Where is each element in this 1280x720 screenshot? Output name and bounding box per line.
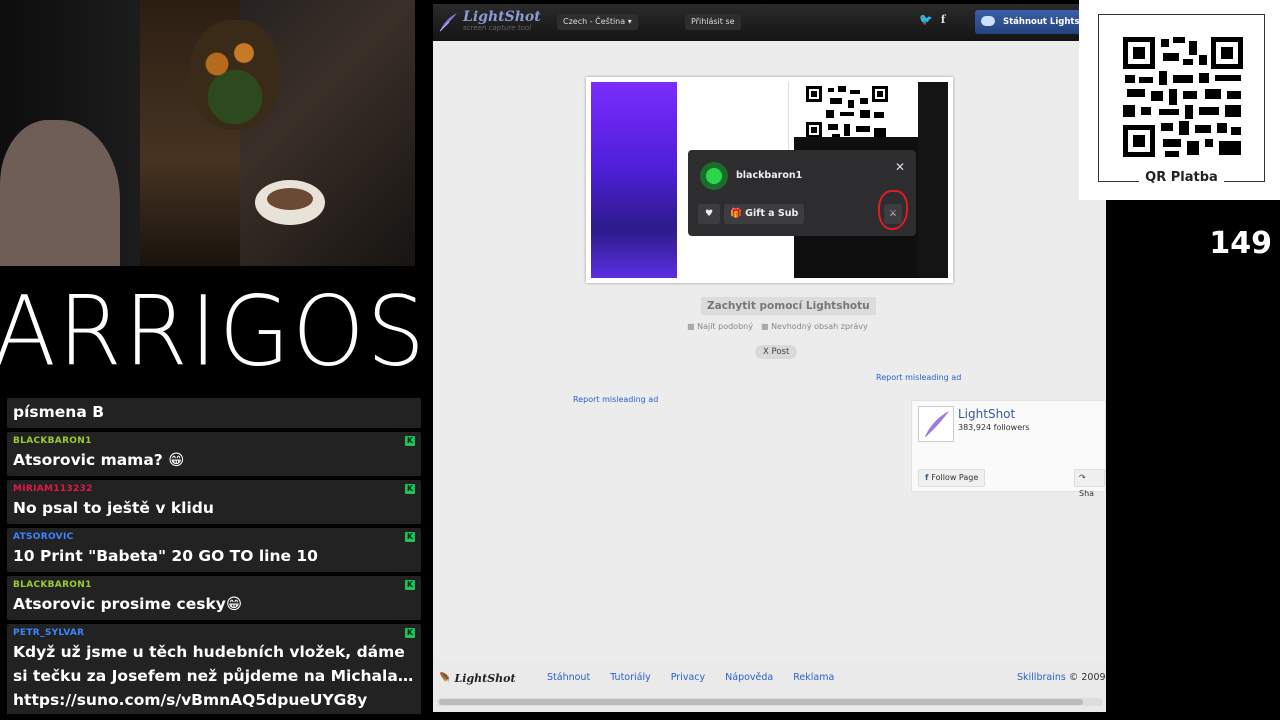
chat-message-text: Atsorovic prosime cesky😁 bbox=[13, 595, 243, 613]
kick-badge-icon: K bbox=[405, 484, 415, 494]
red-annotation-circle bbox=[878, 190, 908, 230]
gift-sub-label: Gift a Sub bbox=[745, 208, 799, 219]
qr-code-icon bbox=[806, 86, 888, 138]
chat-message: MIRIAM113232 K No psal to ještě v klidu bbox=[7, 480, 421, 524]
lightshot-logo-subtitle: screen capture tool bbox=[463, 24, 532, 32]
stream-overlay: ARRIGOS písmena B BLACKBARON1 K Atsorovi… bbox=[0, 0, 1280, 720]
purple-video-thumbnail bbox=[591, 82, 677, 278]
lightshot-logo[interactable]: LightShot screen capture tool bbox=[437, 10, 541, 33]
facebook-page-widget: LightShot 383,924 followers f Follow Pag… bbox=[911, 400, 1106, 498]
footer-link-tutorials[interactable]: Tutoriály bbox=[610, 672, 651, 683]
avatar bbox=[700, 162, 728, 190]
lightshot-header: LightShot screen capture tool Czech - Če… bbox=[433, 4, 1106, 41]
chat-message: písmena B bbox=[7, 398, 421, 428]
footer-link-help[interactable]: Nápověda bbox=[725, 672, 773, 683]
chat-message-text: písmena B bbox=[13, 403, 105, 421]
footer-links: Stáhnout Tutoriály Privacy Nápověda Rekl… bbox=[547, 672, 834, 683]
facebook-page-name[interactable]: LightShot bbox=[958, 407, 1015, 421]
chat-message-text: Když už jsme u těch hudebních vložek, dá… bbox=[13, 643, 414, 709]
chat-message-text: 10 Print "Babeta" 20 GO TO line 10 bbox=[13, 547, 318, 565]
lightshot-feather-icon[interactable] bbox=[918, 406, 954, 442]
user-card-popup: blackbaron1 ✕ ♥ 🎁 Gift a Sub ⚔ bbox=[688, 150, 916, 236]
webcam-feed bbox=[0, 0, 415, 266]
lightshot-page: LightShot screen capture tool Czech - Če… bbox=[433, 4, 1106, 712]
language-select[interactable]: Czech - Čeština ▾ bbox=[557, 14, 638, 30]
report-ad-link[interactable]: Report misleading ad bbox=[573, 395, 658, 404]
screenshot-image[interactable]: blackbaron1 ✕ ♥ 🎁 Gift a Sub ⚔ bbox=[586, 77, 953, 283]
chat-username: MIRIAM113232 bbox=[13, 484, 93, 494]
chat-username: BLACKBARON1 bbox=[13, 580, 92, 590]
facebook-icon[interactable]: f bbox=[941, 13, 946, 26]
feather-icon bbox=[439, 12, 457, 31]
capture-button[interactable]: Zachytit pomocí Lightshotu bbox=[701, 297, 876, 315]
skillbrains-link[interactable]: Skillbrains bbox=[1017, 672, 1066, 683]
scrollbar-thumb[interactable] bbox=[439, 699, 1083, 705]
qr-code-icon bbox=[1123, 37, 1243, 157]
close-icon: ✕ bbox=[895, 160, 906, 174]
chat-message: PETR_SYLVAR K Když už jsme u těch hudebn… bbox=[7, 624, 421, 714]
cloud-download-icon bbox=[981, 16, 995, 26]
flowers bbox=[190, 20, 280, 130]
follow-page-button[interactable]: f Follow Page bbox=[918, 469, 986, 487]
footer-link-ads[interactable]: Reklama bbox=[793, 672, 834, 683]
report-content-link[interactable]: Nevhodný obsah zprávy bbox=[761, 322, 868, 331]
chat-username: ATSOROVIC bbox=[13, 532, 74, 542]
bowl bbox=[255, 180, 325, 225]
chat-message: BLACKBARON1 K Atsorovic prosime cesky😁 bbox=[7, 576, 421, 620]
heart-icon: ♥ bbox=[698, 204, 720, 224]
channel-logo: ARRIGOS bbox=[0, 266, 425, 396]
chat-message-text: Atsorovic mama? 😁 bbox=[13, 451, 185, 469]
find-similar-link[interactable]: Najít podobný bbox=[687, 322, 753, 331]
viewer-counter: 149 bbox=[1209, 226, 1272, 261]
x-post-button[interactable]: X Post bbox=[755, 345, 798, 359]
copyright-text: © 2009-2 bbox=[1068, 672, 1106, 683]
lightshot-logo-title: LightShot bbox=[463, 9, 541, 25]
lightshot-footer: 🪶 LightShot Stáhnout Tutoriály Privacy N… bbox=[433, 660, 1106, 712]
horizontal-scrollbar[interactable] bbox=[437, 698, 1103, 706]
streamer bbox=[0, 120, 120, 266]
chat-panel: písmena B BLACKBARON1 K Atsorovic mama? … bbox=[7, 398, 421, 714]
qr-payment-panel: QR Platba bbox=[1079, 0, 1280, 200]
channel-logo-text: ARRIGOS bbox=[0, 274, 428, 388]
kick-badge-icon: K bbox=[405, 436, 415, 446]
facebook-followers: 383,924 followers bbox=[958, 423, 1030, 432]
popup-username: blackbaron1 bbox=[736, 170, 803, 181]
footer-link-privacy[interactable]: Privacy bbox=[671, 672, 705, 683]
kick-badge-icon: K bbox=[405, 628, 415, 638]
chat-message: BLACKBARON1 K Atsorovic mama? 😁 bbox=[7, 432, 421, 476]
chat-message-text: No psal to ještě v klidu bbox=[13, 499, 214, 517]
chat-username: BLACKBARON1 bbox=[13, 436, 92, 446]
report-ad-link[interactable]: Report misleading ad bbox=[876, 373, 961, 382]
follow-page-label: Follow Page bbox=[931, 473, 979, 482]
dark-sidebar bbox=[918, 82, 948, 278]
kick-badge-icon: K bbox=[405, 580, 415, 590]
share-button[interactable]: ↷ Sha bbox=[1074, 469, 1105, 498]
divider bbox=[788, 82, 789, 152]
qr-label: QR Platba bbox=[1099, 170, 1264, 185]
qr-frame: QR Platba bbox=[1098, 14, 1265, 185]
twitter-icon[interactable]: 🐦 bbox=[919, 13, 933, 26]
kick-badge-icon: K bbox=[405, 532, 415, 542]
gift-sub-button: 🎁 Gift a Sub bbox=[724, 204, 804, 224]
footer-logo[interactable]: 🪶 LightShot bbox=[437, 672, 516, 685]
chat-username: PETR_SYLVAR bbox=[13, 628, 85, 638]
footer-copyright: Skillbrains © 2009-2 bbox=[1017, 672, 1106, 683]
login-button[interactable]: Přihlásit se bbox=[685, 14, 741, 30]
image-actions: Najít podobný Nevhodný obsah zprávy bbox=[687, 322, 868, 331]
footer-link-download[interactable]: Stáhnout bbox=[547, 672, 590, 683]
qr-label-text: QR Platba bbox=[1139, 170, 1224, 185]
footer-logo-text: LightShot bbox=[454, 672, 516, 685]
social-links: 🐦 f bbox=[919, 13, 945, 26]
chat-message: ATSOROVIC K 10 Print "Babeta" 20 GO TO l… bbox=[7, 528, 421, 572]
